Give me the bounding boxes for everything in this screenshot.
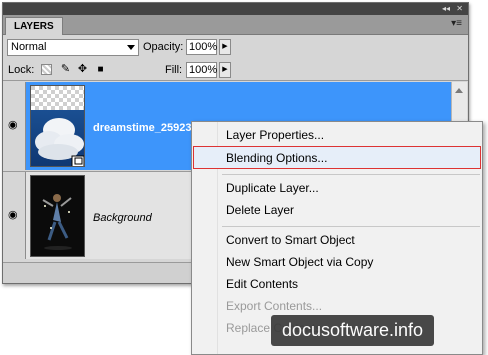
fill-input[interactable]: 100% [186, 62, 217, 78]
close-icon[interactable]: ✕ [456, 3, 463, 14]
menu-item-export-contents: Export Contents... [226, 299, 323, 313]
tab-layers[interactable]: LAYERS [5, 17, 63, 35]
menu-item-delete-layer[interactable]: Delete Layer [226, 203, 294, 217]
eye-icon[interactable]: ◉ [8, 120, 18, 131]
menu-item-convert-smart-object[interactable]: Convert to Smart Object [226, 233, 355, 247]
layer-name[interactable]: dreamstime_25923 [93, 122, 191, 134]
opacity-input[interactable]: 100% [186, 39, 217, 55]
menu-separator [222, 226, 480, 227]
collapse-icon[interactable]: ◂◂ [442, 3, 450, 14]
menu-item-new-smart-object-copy[interactable]: New Smart Object via Copy [226, 255, 373, 269]
layer-thumbnail [30, 175, 85, 257]
visibility-column[interactable]: ◉ [3, 82, 26, 170]
watermark: docusoftware.info [271, 315, 434, 346]
opacity-label: Opacity: [143, 41, 184, 53]
clouds-thumbnail-image [31, 86, 84, 166]
blend-mode-select[interactable]: Normal [7, 39, 139, 56]
visibility-column[interactable]: ◉ [3, 172, 26, 259]
panel-menu-icon[interactable]: ▾≡ [451, 18, 462, 30]
menu-item-layer-properties[interactable]: Layer Properties... [226, 128, 324, 142]
scroll-up-icon[interactable] [455, 88, 463, 93]
menu-item-edit-contents[interactable]: Edit Contents [226, 277, 298, 291]
layer-thumbnail [30, 85, 85, 167]
fill-label: Fill: [165, 64, 183, 76]
eye-icon[interactable]: ◉ [8, 210, 18, 221]
blend-mode-value: Normal [11, 41, 47, 53]
chevron-down-icon [127, 45, 135, 50]
layer-name[interactable]: Background [93, 212, 152, 224]
lock-label: Lock: [8, 64, 35, 76]
menu-separator [222, 174, 480, 175]
dancer-thumbnail-image [31, 176, 84, 256]
lock-row: Lock: ✎ ✥ ■ Fill: 100% ▶ [3, 59, 468, 81]
menu-item-duplicate-layer[interactable]: Duplicate Layer... [226, 181, 319, 195]
opacity-slider-button[interactable]: ▶ [219, 39, 231, 55]
panel-tab-row: LAYERS ▾≡ [3, 15, 468, 35]
fill-slider-button[interactable]: ▶ [219, 62, 231, 78]
lock-transparent-icon[interactable] [41, 64, 52, 75]
blend-row: Normal Opacity: 100% ▶ [3, 36, 468, 58]
menu-item-blending-options[interactable]: Blending Options... [226, 151, 327, 165]
lock-move-icon[interactable]: ✥ [77, 64, 88, 75]
lock-paint-icon[interactable]: ✎ [60, 64, 71, 75]
lock-all-icon[interactable]: ■ [95, 64, 106, 75]
panel-titlebar: ◂◂ ✕ [3, 3, 468, 15]
